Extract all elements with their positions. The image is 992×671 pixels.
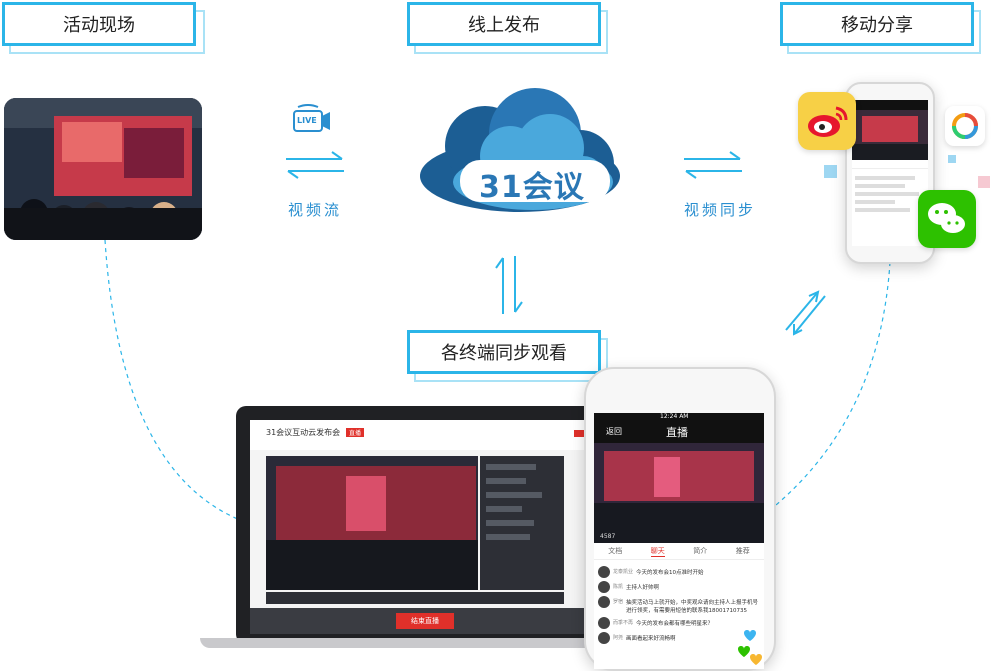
laptop-header: 31会议互动云发布会 直播	[250, 420, 602, 450]
event-site-photo	[4, 98, 202, 240]
avatar	[598, 632, 610, 644]
live-camera-icon: LIVE	[292, 104, 332, 134]
phone-page-title: 直播	[666, 426, 688, 439]
laptop-control-bar	[266, 592, 564, 604]
avatar	[598, 581, 610, 593]
caption-video-sync: 视频同步	[684, 201, 757, 219]
chat-user: 阿尧	[613, 635, 624, 641]
phone-video-thumbnail	[852, 110, 928, 160]
laptop-screen: 31会议互动云发布会 直播 结束直播	[250, 420, 602, 634]
list-item: 陈凯 主持人好帅啊	[598, 581, 760, 593]
caption-video-stream: 视频流	[288, 201, 343, 219]
tab-intro[interactable]: 简介	[693, 546, 707, 556]
viewer-count: 4587	[600, 533, 616, 540]
chat-text: 抽奖活动马上就开始，中奖观众请向主持人上报手机号进行领奖，有需要用短信的联系我1…	[626, 600, 759, 614]
tab-chat[interactable]: 聊天	[650, 546, 665, 557]
cloud-logo-text: 31会议	[479, 170, 585, 205]
diagonal-arrows-icon	[785, 290, 826, 336]
phone-tab-row	[852, 160, 928, 169]
laptop-chat-panel	[480, 456, 564, 590]
phone-chat-lines	[852, 169, 928, 219]
photos-icon	[945, 106, 985, 146]
laptop-device: 31会议互动云发布会 直播 结束直播	[200, 406, 652, 650]
phone-time: 12:24 AM	[660, 413, 689, 420]
chat-text: 主持人好帅啊	[626, 585, 660, 591]
chat-text: 画面看起来好流畅啊	[626, 636, 676, 642]
list-item: 罗宿 抽奖活动马上就开始，中奖观众请向主持人上报手机号进行领奖，有需要用短信的联…	[598, 596, 760, 614]
avatar	[598, 617, 610, 629]
avatar	[598, 596, 610, 608]
mobile-phone-device: 12:24 AM 返回 直播 4587 文档 聊天 简介 推荐 龙泰凯业 今天的…	[584, 367, 776, 671]
event-scene-graphic	[4, 98, 202, 240]
heart-icons	[736, 627, 766, 671]
live-text: LIVE	[297, 116, 317, 125]
laptop-toolbar: 结束直播	[250, 608, 602, 634]
bidirectional-arrows-icon	[286, 151, 344, 179]
weibo-icon	[798, 92, 856, 150]
mobile-share-phone-screen	[852, 100, 928, 246]
tab-docs[interactable]: 文档	[608, 546, 622, 556]
phone-status-bar	[852, 100, 928, 110]
tab-recommend[interactable]: 推荐	[736, 546, 750, 556]
cloud-logo: 31会议	[415, 86, 625, 216]
end-live-button[interactable]: 结束直播	[396, 613, 454, 629]
phone-video: 4587	[594, 443, 764, 543]
chat-text: 今天的发布会都有哪些明星来？	[636, 621, 714, 627]
chat-user: 龙泰凯业	[613, 569, 634, 575]
back-button[interactable]: 返回	[606, 426, 622, 437]
decor-square	[948, 155, 956, 163]
laptop-video	[266, 456, 478, 590]
vertical-arrows-icon	[495, 256, 523, 314]
bidirectional-arrows-icon	[684, 151, 742, 179]
chat-user: 而季不再	[613, 620, 634, 626]
list-item: 龙泰凯业 今天的发布会10点准时开始	[598, 566, 760, 578]
chat-user: 罗宿	[613, 599, 624, 605]
dashed-line-left	[104, 239, 241, 521]
phone-tabs: 文档 聊天 简介 推荐	[594, 543, 764, 560]
chat-user: 陈凯	[613, 584, 624, 590]
decor-square	[978, 176, 990, 188]
avatar	[598, 566, 610, 578]
laptop-event-title: 31会议互动云发布会	[266, 428, 341, 437]
decor-square	[824, 165, 837, 178]
phone-nav-bar: 返回 直播	[594, 421, 764, 443]
phone-status-bar: 12:24 AM	[594, 413, 764, 421]
chat-text: 今天的发布会10点准时开始	[636, 570, 704, 576]
wechat-icon	[918, 190, 976, 248]
laptop-live-badge: 直播	[346, 428, 365, 437]
